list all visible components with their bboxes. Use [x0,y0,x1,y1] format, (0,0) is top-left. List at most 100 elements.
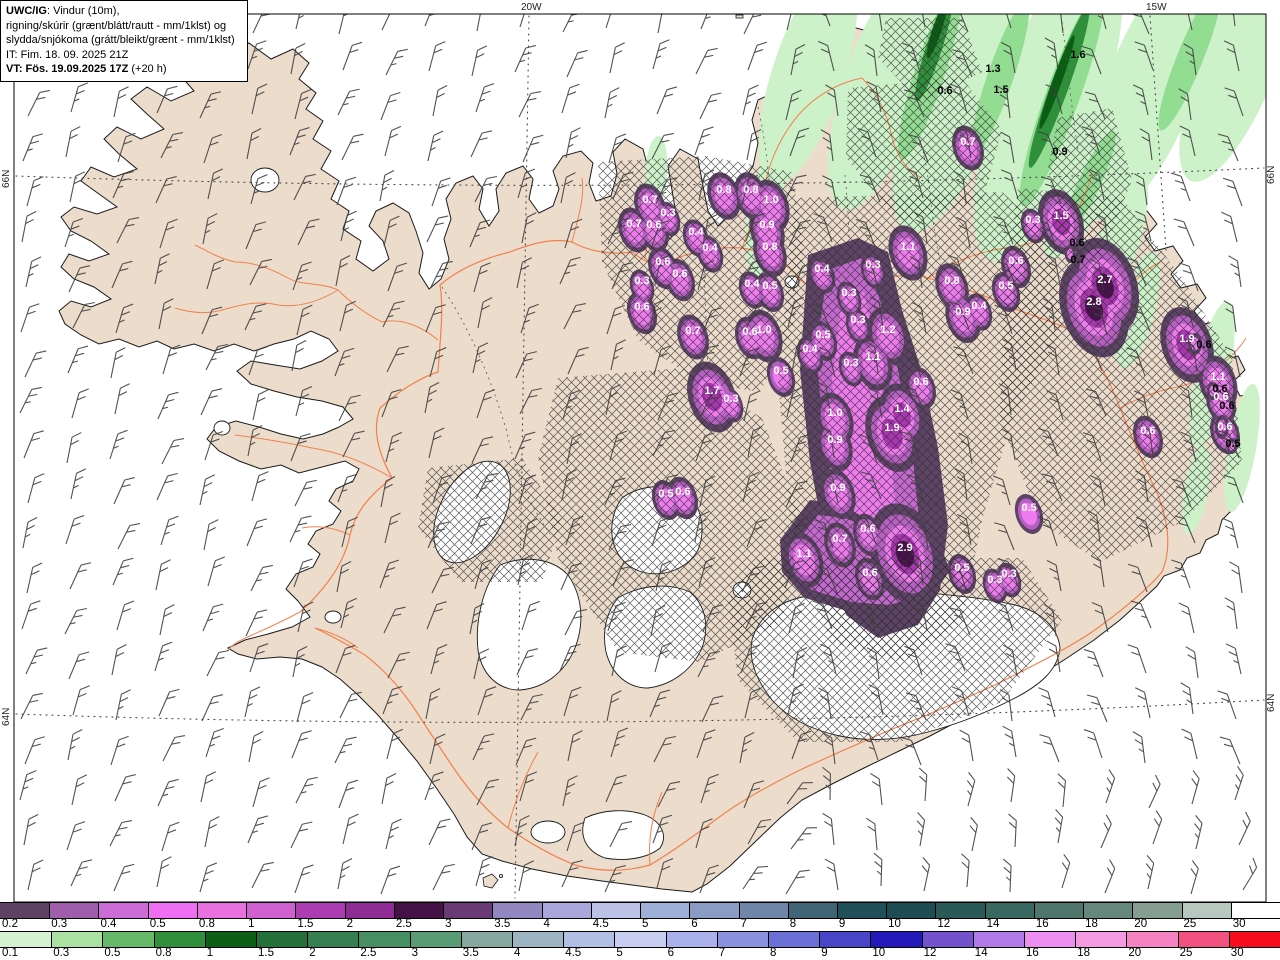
legend-tick-label: 4.5 [565,947,582,959]
legend-tick-label: 6 [691,918,698,930]
precip-value-label: 1.0 [763,194,778,206]
legend-cell [819,932,871,947]
legend-cell [665,932,717,947]
precip-value-label: 0.9 [955,306,970,318]
precip-value-label: 0.6 [675,486,690,498]
legend-tick-label: 0.8 [155,947,172,959]
legend-cell [738,903,788,918]
precip-value-label: 0.5 [658,488,673,500]
legend-cell [153,932,205,947]
precip-value-label: 0.6 [1213,391,1228,403]
precip-value-label: 0.7 [960,136,975,148]
precip-value-label: 0.6 [672,268,687,280]
precip-value-label: 0.5 [815,329,830,341]
legend-tick-label: 0.3 [53,947,70,959]
legend-cell [541,903,591,918]
legend-cell [1075,932,1127,947]
legend-cell [0,903,50,918]
precip-value-label: 0.6 [634,301,649,313]
precip-value-label: 0.8 [716,184,731,196]
legend-tick-label: 25 [1179,947,1193,959]
legend-cell [1024,932,1076,947]
precip-value-label: 1.0 [827,407,842,419]
legend-cell [1126,932,1178,947]
precip-value-label: 0.5 [1225,438,1240,450]
precip-value-label: 0.6 [1196,339,1211,351]
legend-bar-sleet-scale [0,902,1280,919]
legend-cell [256,932,308,947]
legend-cell [204,932,257,947]
legend-cell [1132,903,1182,918]
legend-tick-label: 30 [1232,918,1246,930]
precip-value-label: 1.4 [894,403,910,415]
legend-cell [716,932,769,947]
legend-cell [870,932,922,947]
precip-value-label: 0.6 [1069,237,1084,249]
graticule-label: 66N [1,170,12,188]
legend-tick-label: 20 [1134,918,1148,930]
legend-cell [443,903,493,918]
precip-value-label: 0.7 [832,533,847,545]
legend-cell [1228,932,1280,947]
legend-tick-label: 16 [1026,947,1039,959]
precip-value-label: 1.6 [1070,49,1085,61]
precip-value-label: 1.5 [993,84,1008,96]
legend-cell [921,932,973,947]
precip-value-label: 0.8 [944,275,959,287]
legend-tick-label: 9 [838,918,846,930]
legend-cell [1230,903,1280,918]
precip-value-label: 0.5 [998,280,1013,292]
precip-value-label: 0.6 [742,326,757,338]
precip-value-label: 1.9 [1179,333,1194,345]
precip-value-label: 0.6 [913,376,928,388]
precip-value-label: 1.9 [884,422,899,434]
legend-tick-label: 4.5 [592,918,609,930]
legend-cell [0,932,52,947]
thingvallavatn-lake [324,610,342,624]
precip-value-label: 1.1 [796,548,811,560]
info-line-valid-time: VT: Fös. 19.09.2025 17Z (+20 h) [6,63,167,76]
precip-value-label: 0.3 [1001,568,1016,580]
precip-value-label: 0.6 [1140,425,1155,437]
legend-cell [1083,903,1133,918]
legend-tick-label: 10 [888,918,901,930]
precip-value-label: 0.3 [987,574,1002,586]
legend-tick-label: 20 [1128,947,1142,959]
precip-value-label: 0.5 [954,562,969,574]
precip-value-label: 0.3 [660,207,675,219]
legend-tick-label: 0.3 [51,918,68,930]
legend-tick-label: 30 [1230,947,1244,959]
precip-value-label: 0.8 [743,184,758,196]
legend-tick-label: 4 [514,947,521,959]
legend-tick-label: 2 [346,918,354,930]
legend-cell [689,903,739,918]
legend-cell [393,903,444,918]
legend-tick-label: 5 [616,947,623,959]
legend-cell [512,932,564,947]
precip-value-label: 0.7 [626,218,641,230]
precip-value-label: 0.4 [971,300,987,312]
precip-value-label: 0.4 [688,226,704,238]
legend-cell [1033,903,1084,918]
precip-value-label: 1.5 [1053,210,1068,222]
legend-tick-label: 0.5 [104,947,121,959]
legend-cell [49,903,99,918]
graticule-label: 66N [1266,166,1277,184]
model-name: UWC/IG [6,5,47,17]
legend-cell [563,932,615,947]
legend-cell [935,903,985,918]
info-line-init-time: IT: Fim. 18. 09. 2025 21Z [6,48,129,61]
precip-value-label: 0.3 [634,275,649,287]
info-line-3: slydda/snjókoma (grátt/bleikt/grænt - mm… [6,34,235,47]
precip-value-label: 2.9 [897,542,912,554]
legend-tick-label: 1 [248,918,255,930]
precip-value-label: 0.5 [1021,502,1036,514]
legend: 0.2 0.3 0.4 0.5 0.8 1 1.5 2 2.5 3 3.5 4 4.5 5 6 7 8 9 10 12… [0,902,1280,960]
graticule-label: 20W [521,2,542,13]
legend-tick-label: 0.2 [2,918,18,930]
iceland-weather-map: 0.61.31.51.60.90.60.70.60.60.60.50.70.70… [1,2,1277,903]
precip-value-label: 0.6 [1008,255,1023,267]
precip-value-label: 1.0 [756,324,771,336]
precip-value-label: 1.3 [985,63,1000,75]
precip-value-label: 2.7 [1097,274,1112,286]
